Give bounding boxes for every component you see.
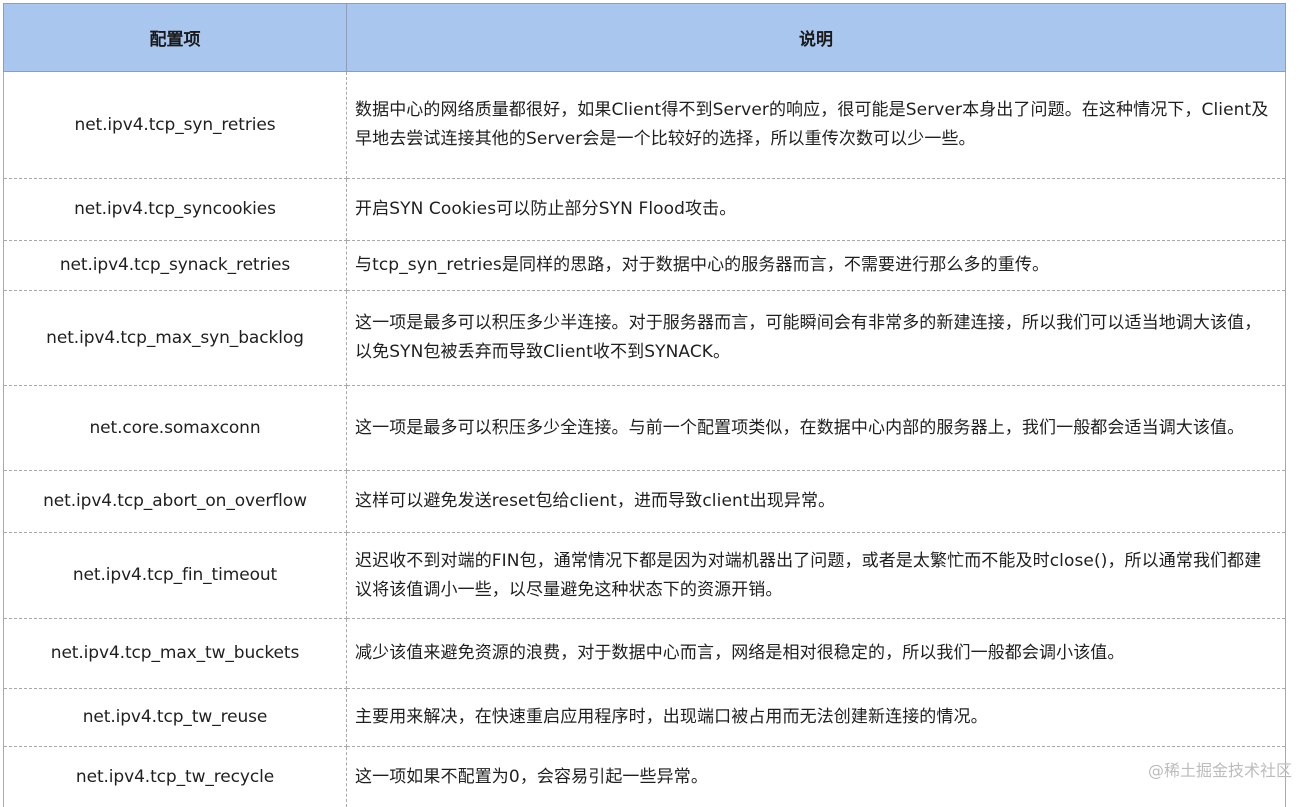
table-row: net.ipv4.tcp_synack_retries 与tcp_syn_ret… [4, 241, 1286, 291]
config-key: net.core.somaxconn [4, 386, 347, 471]
config-key: net.ipv4.tcp_tw_recycle [4, 747, 347, 807]
config-description: 这一项是最多可以积压多少全连接。与前一个配置项类似，在数据中心内部的服务器上，我… [347, 386, 1286, 471]
config-description: 数据中心的网络质量都很好，如果Client得不到Server的响应，很可能是Se… [347, 72, 1286, 179]
header-config-item: 配置项 [4, 4, 347, 72]
config-key: net.ipv4.tcp_fin_timeout [4, 533, 347, 619]
table-row: net.ipv4.tcp_tw_reuse 主要用来解决，在快速重启应用程序时，… [4, 689, 1286, 747]
header-description: 说明 [347, 4, 1286, 72]
table-row: net.ipv4.tcp_syn_retries 数据中心的网络质量都很好，如果… [4, 72, 1286, 179]
config-key: net.ipv4.tcp_syn_retries [4, 72, 347, 179]
config-description: 减少该值来避免资源的浪费，对于数据中心而言，网络是相对很稳定的，所以我们一般都会… [347, 619, 1286, 689]
config-description: 这样可以避免发送reset包给client，进而导致client出现异常。 [347, 471, 1286, 533]
config-description: 主要用来解决，在快速重启应用程序时，出现端口被占用而无法创建新连接的情况。 [347, 689, 1286, 747]
config-description: 这一项如果不配置为0，会容易引起一些异常。 [347, 747, 1286, 807]
table-row: net.ipv4.tcp_max_syn_backlog 这一项是最多可以积压多… [4, 291, 1286, 386]
config-key: net.ipv4.tcp_syncookies [4, 179, 347, 241]
table-header-row: 配置项 说明 [4, 4, 1286, 72]
config-key: net.ipv4.tcp_abort_on_overflow [4, 471, 347, 533]
config-table: 配置项 说明 net.ipv4.tcp_syn_retries 数据中心的网络质… [3, 3, 1286, 807]
table-row: net.ipv4.tcp_abort_on_overflow 这样可以避免发送r… [4, 471, 1286, 533]
table-row: net.ipv4.tcp_tw_recycle 这一项如果不配置为0，会容易引起… [4, 747, 1286, 807]
table-row: net.ipv4.tcp_syncookies 开启SYN Cookies可以防… [4, 179, 1286, 241]
table-row: net.core.somaxconn 这一项是最多可以积压多少全连接。与前一个配… [4, 386, 1286, 471]
table-row: net.ipv4.tcp_max_tw_buckets 减少该值来避免资源的浪费… [4, 619, 1286, 689]
config-description: 迟迟收不到对端的FIN包，通常情况下都是因为对端机器出了问题，或者是太繁忙而不能… [347, 533, 1286, 619]
config-key: net.ipv4.tcp_synack_retries [4, 241, 347, 291]
config-description: 与tcp_syn_retries是同样的思路，对于数据中心的服务器而言，不需要进… [347, 241, 1286, 291]
config-description: 开启SYN Cookies可以防止部分SYN Flood攻击。 [347, 179, 1286, 241]
table-row: net.ipv4.tcp_fin_timeout 迟迟收不到对端的FIN包，通常… [4, 533, 1286, 619]
config-key: net.ipv4.tcp_tw_reuse [4, 689, 347, 747]
config-table-container: 配置项 说明 net.ipv4.tcp_syn_retries 数据中心的网络质… [3, 3, 1285, 807]
watermark: @稀土掘金技术社区 [1148, 757, 1292, 781]
config-key: net.ipv4.tcp_max_syn_backlog [4, 291, 347, 386]
config-key: net.ipv4.tcp_max_tw_buckets [4, 619, 347, 689]
config-description: 这一项是最多可以积压多少半连接。对于服务器而言，可能瞬间会有非常多的新建连接，所… [347, 291, 1286, 386]
